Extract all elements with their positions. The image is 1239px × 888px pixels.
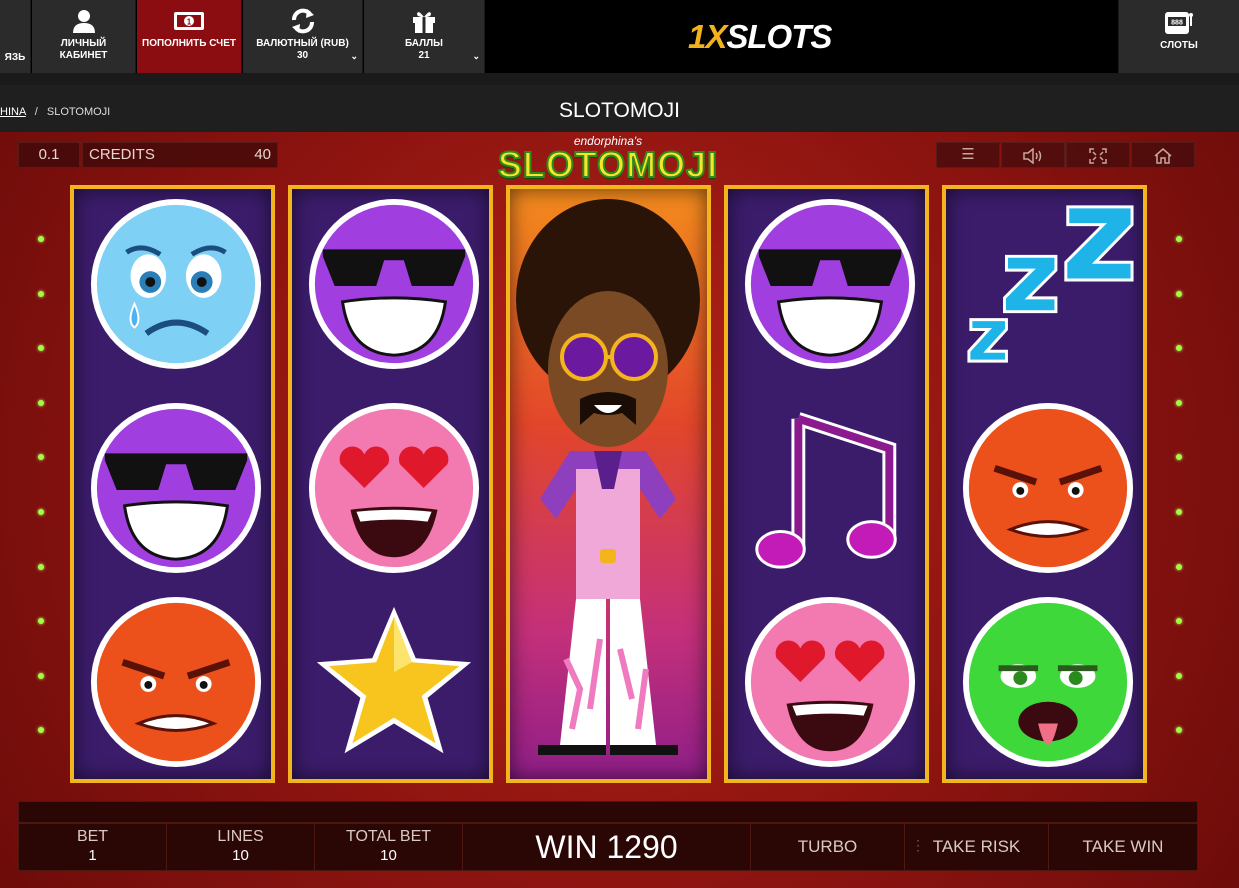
payline-dot (1176, 236, 1182, 242)
site-logo[interactable]: 1XSLOTS (688, 18, 832, 56)
nav-item-label: БАЛЛЫ (405, 38, 443, 49)
payline-dot (1176, 454, 1182, 461)
nav-item-contact[interactable]: ЯЗЬ (0, 0, 31, 73)
payline-dot (38, 454, 44, 461)
total-bet-display: TOTAL BET 10 (315, 824, 463, 870)
cool-face-symbol (90, 402, 262, 574)
credits-label: CREDITS (89, 146, 155, 163)
disco-man-wild-symbol (516, 199, 700, 755)
breadcrumb-bar: HINA / SLOTOMOJI SLOTOMOJI (0, 85, 1239, 132)
reel-5 (942, 185, 1147, 783)
heart-eyes-face-symbol (308, 402, 480, 574)
chevron-down-icon: ⌄ (350, 51, 358, 61)
nav-item-label: ЛИЧНЫЙ КАБИНЕТ (59, 38, 108, 61)
cool-face-symbol (308, 198, 480, 370)
win-amount: WIN 1290 (535, 829, 678, 865)
fullscreen-icon (1089, 148, 1107, 164)
payline-dot (38, 399, 44, 406)
win-display: WIN 1290 (463, 824, 751, 870)
chevron-down-icon: ⌄ (472, 51, 480, 61)
nav-item-slots[interactable]: 888 СЛОТЫ (1118, 0, 1239, 73)
nav-item-label: ПОПОЛНИТЬ СЧЕТ (142, 38, 236, 49)
payline-dot (38, 672, 44, 679)
bet-control[interactable]: BET 1 (19, 824, 167, 870)
game-logo: endorphina's SLOTOMOJI (488, 134, 728, 185)
reel-4 (724, 185, 929, 783)
sound-button[interactable] (1001, 142, 1065, 168)
slot-machine-icon: 888 (1165, 12, 1193, 34)
page-title: SLOTOMOJI (559, 99, 680, 122)
payline-dot (38, 563, 44, 570)
turbo-button[interactable]: TURBO (751, 824, 905, 870)
refresh-icon (291, 8, 314, 34)
nav-item-points[interactable]: БАЛЛЫ 21 ⌄ (364, 0, 485, 73)
sad-face-symbol (90, 198, 262, 370)
drag-handle-icon: ⋮ (911, 837, 925, 853)
home-button[interactable] (1131, 142, 1195, 168)
game-area[interactable]: 0.1 CREDITS 40 endorphina's SLOTOMOJI ☰ (0, 132, 1239, 888)
control-panel: BET 1 LINES 10 TOTAL BET 10 WIN 1290 TUR… (18, 823, 1198, 871)
payline-dot (38, 236, 44, 242)
speaker-icon (1023, 147, 1042, 165)
take-win-button[interactable]: TAKE WIN (1049, 824, 1197, 870)
cool-face-symbol (744, 198, 916, 370)
reel-2 (288, 185, 493, 783)
reel-3 (506, 185, 711, 783)
nav-item-cabinet[interactable]: ЛИЧНЫЙ КАБИНЕТ (32, 0, 136, 73)
svg-text:1: 1 (187, 18, 192, 27)
total-bet-label: TOTAL BET (345, 828, 432, 845)
lines-label: LINES (217, 828, 264, 845)
credits-display: CREDITS 40 (82, 142, 278, 168)
payline-dot (1176, 509, 1182, 515)
fullscreen-button[interactable] (1066, 142, 1130, 168)
message-bar (18, 801, 1198, 823)
lines-control[interactable]: LINES 10 (167, 824, 315, 870)
user-icon (72, 10, 95, 33)
menu-button[interactable]: ☰ (936, 142, 1000, 168)
nav-item-label: ВАЛЮТНЫЙ (RUB) (256, 38, 349, 49)
game-brand-main: SLOTOMOJI (497, 144, 719, 185)
reel-1 (70, 185, 275, 783)
nav-item-currency[interactable]: ВАЛЮТНЫЙ (RUB) 30 ⌄ (243, 0, 363, 73)
payline-dot (38, 509, 44, 515)
deposit-icon: 1 (174, 12, 204, 30)
heart-eyes-face-symbol (744, 596, 916, 768)
zzz-symbol (967, 205, 1134, 363)
music-note-symbol (755, 412, 897, 569)
payline-dot (1176, 290, 1182, 297)
payline-dot (1176, 345, 1182, 352)
take-risk-button[interactable]: ⋮ TAKE RISK (905, 824, 1049, 870)
payline-dot (38, 345, 44, 352)
angry-face-symbol (90, 596, 262, 768)
nav-item-value: 21 (418, 50, 430, 61)
payline-dot (1176, 563, 1182, 570)
coin-value: 0.1 (18, 142, 80, 168)
credits-value: 40 (254, 146, 271, 163)
payline-dot (38, 618, 44, 625)
nav-item-label: ЯЗЬ (4, 52, 26, 63)
nav-item-deposit[interactable]: 1 ПОПОЛНИТЬ СЧЕТ (137, 0, 242, 73)
payline-dot (1176, 672, 1182, 679)
bet-label: BET (76, 828, 109, 845)
home-icon (1154, 148, 1172, 164)
payline-dot (1176, 399, 1182, 406)
gift-icon (413, 12, 435, 33)
sick-face-symbol (962, 596, 1134, 768)
angry-face-symbol (962, 402, 1134, 574)
nav-item-value: 30 (296, 50, 309, 61)
payline-dot (1176, 727, 1182, 734)
bet-value: 1 (88, 847, 97, 864)
star-symbol (316, 606, 472, 754)
total-bet-value: 10 (380, 847, 397, 864)
nav-item-label: СЛОТЫ (1160, 40, 1198, 51)
top-navigation: ЯЗЬ ЛИЧНЫЙ КАБИНЕТ 1 ПОПОЛНИТЬ СЧЕТ ВАЛЮ… (0, 0, 1239, 73)
svg-text:888: 888 (1171, 20, 1183, 27)
payline-dot (38, 727, 44, 734)
payline-dot (38, 290, 44, 297)
hamburger-icon: ☰ (961, 146, 975, 163)
lines-value: 10 (232, 847, 249, 864)
payline-dot (1176, 618, 1182, 625)
